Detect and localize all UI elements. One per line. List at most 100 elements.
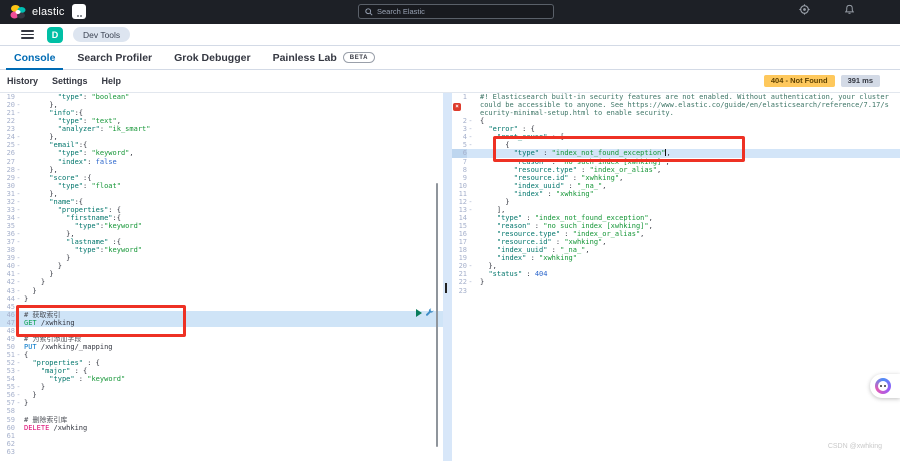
response-code-line[interactable]: 8 "resource.type" : "index_or_alias", <box>452 166 900 174</box>
request-code-line[interactable]: 38 "type":"keyword" <box>0 246 443 254</box>
request-code-line[interactable]: 31- }, <box>0 190 443 198</box>
panel-divider[interactable] <box>443 93 452 461</box>
request-code-line[interactable]: 29- "score" :{ <box>0 174 443 182</box>
request-code-line[interactable]: 25- "email":{ <box>0 141 443 149</box>
fold-toggle-icon[interactable]: - <box>15 399 22 407</box>
assistant-button[interactable] <box>870 374 900 398</box>
response-code-line[interactable]: 16 "resource.type" : "index_or_alias", <box>452 230 900 238</box>
request-code-line[interactable]: 54 "type" : "keyword" <box>0 375 443 383</box>
request-code-line[interactable]: 57-} <box>0 399 443 407</box>
fold-toggle-icon[interactable]: - <box>15 383 22 391</box>
request-code-line[interactable]: 63 <box>0 448 443 456</box>
fold-toggle-icon[interactable]: - <box>15 101 22 109</box>
fold-toggle-icon[interactable]: - <box>15 214 22 222</box>
fold-toggle-icon[interactable]: - <box>15 206 22 214</box>
extension-icon[interactable] <box>72 4 86 19</box>
response-code-line[interactable]: 22-} <box>452 278 900 286</box>
request-code-line[interactable]: 35 "type":"keyword" <box>0 222 443 230</box>
request-code-line[interactable]: 36- }, <box>0 230 443 238</box>
request-code-line[interactable]: 62 <box>0 440 443 448</box>
response-code-line[interactable]: 14 "type" : "index_not_found_exception", <box>452 214 900 222</box>
request-code-line[interactable]: 51-{ <box>0 351 443 359</box>
request-code-line[interactable]: 21- "info":{ <box>0 109 443 117</box>
request-code-line[interactable]: 28- }, <box>0 166 443 174</box>
tab-search-profiler[interactable]: Search Profiler <box>66 46 163 69</box>
request-code-line[interactable]: 42- } <box>0 278 443 286</box>
fold-toggle-icon[interactable]: - <box>467 133 474 141</box>
run-request-button[interactable] <box>416 308 422 317</box>
request-code-line[interactable]: 34- "firstname":{ <box>0 214 443 222</box>
response-code-line[interactable]: 12- } <box>452 198 900 206</box>
request-code-line[interactable]: 47 GET /xwhking <box>0 318 443 327</box>
response-code-line[interactable]: 20- }, <box>452 262 900 270</box>
tab-console[interactable]: Console <box>3 46 66 70</box>
request-code-line[interactable]: 55- } <box>0 383 443 391</box>
request-code-line[interactable]: 46 # 获取索引 <box>0 310 443 319</box>
response-code-line[interactable]: 11 "index" : "xwhking" <box>452 190 900 198</box>
request-code-line[interactable]: 60 DELETE /xwhking <box>0 424 443 432</box>
request-code-line[interactable]: 32- "name":{ <box>0 198 443 206</box>
fold-toggle-icon[interactable]: - <box>15 295 22 303</box>
request-code-line[interactable]: 56- } <box>0 391 443 399</box>
request-code-line[interactable]: 19 "type": "boolean" <box>0 93 443 101</box>
response-code-line[interactable]: 18 "index_uuid" : "_na_", <box>452 246 900 254</box>
request-code-line[interactable]: 26 "type": "keyword", <box>0 149 443 157</box>
space-avatar[interactable]: D <box>47 26 63 43</box>
response-code-line[interactable]: 21 "status" : 404 <box>452 270 900 278</box>
fold-toggle-icon[interactable]: - <box>15 133 22 141</box>
fold-toggle-icon[interactable]: - <box>15 278 22 286</box>
response-code-line[interactable]: 6 "type" : "index_not_found_exception", <box>452 149 900 158</box>
fold-toggle-icon[interactable]: - <box>15 238 22 246</box>
response-code-line[interactable]: 7 "reason" : "no such index [xwhking]", <box>452 158 900 166</box>
tab-grok-debugger[interactable]: Grok Debugger <box>163 46 261 69</box>
request-code-line[interactable]: 48 <box>0 327 443 335</box>
settings-link[interactable]: Settings <box>52 76 88 86</box>
fold-toggle-icon[interactable]: - <box>467 125 474 133</box>
request-code-line[interactable]: 58 <box>0 407 443 415</box>
response-code-line[interactable]: 19 "index" : "xwhking" <box>452 254 900 262</box>
response-code-line[interactable]: 1 #! Elasticsearch built-in security feat… <box>452 93 900 117</box>
request-code-line[interactable]: 41- } <box>0 270 443 278</box>
request-code-line[interactable]: 59 # 删除索引库 <box>0 416 443 424</box>
wrench-icon[interactable] <box>425 308 434 317</box>
settings-icon[interactable] <box>798 3 811 16</box>
breadcrumb[interactable]: Dev Tools <box>73 27 131 42</box>
fold-toggle-icon[interactable]: - <box>467 278 474 286</box>
response-code-line[interactable]: 4- "root_cause" : [ <box>452 133 900 141</box>
history-link[interactable]: History <box>7 76 38 86</box>
fold-toggle-icon[interactable]: - <box>15 198 22 206</box>
fold-toggle-icon[interactable]: - <box>467 198 474 206</box>
request-code-line[interactable]: 23 "analyzer": "ik_smart" <box>0 125 443 133</box>
response-code-line[interactable]: 13- ], <box>452 206 900 214</box>
request-code-line[interactable]: 43- } <box>0 287 443 295</box>
request-code-line[interactable]: 49 # 为索引添加字段 <box>0 335 443 343</box>
response-code-line[interactable]: 5- { <box>452 141 900 149</box>
fold-toggle-icon[interactable]: - <box>467 262 474 270</box>
request-code-line[interactable]: 39- } <box>0 254 443 262</box>
fold-toggle-icon[interactable]: - <box>467 117 474 125</box>
fold-toggle-icon[interactable]: - <box>15 351 22 359</box>
fold-toggle-icon[interactable]: - <box>467 141 474 149</box>
request-code-line[interactable]: 40- } <box>0 262 443 270</box>
request-code-line[interactable]: 20- }, <box>0 101 443 109</box>
fold-toggle-icon[interactable]: - <box>15 141 22 149</box>
request-code-line[interactable]: 45 <box>0 303 443 311</box>
request-code-line[interactable]: 22 "type": "text", <box>0 117 443 125</box>
fold-toggle-icon[interactable]: - <box>15 287 22 295</box>
elastic-logo[interactable]: elastic <box>10 4 65 20</box>
fold-toggle-icon[interactable]: - <box>15 391 22 399</box>
request-code-line[interactable]: 44-} <box>0 295 443 303</box>
fold-toggle-icon[interactable]: - <box>15 174 22 182</box>
response-editor[interactable]: × 1 #! Elasticsearch built-in security fe… <box>452 93 900 461</box>
response-code-line[interactable]: 10 "index_uuid" : "_na_", <box>452 182 900 190</box>
fold-toggle-icon[interactable]: - <box>15 359 22 367</box>
fold-toggle-icon[interactable]: - <box>15 270 22 278</box>
request-code-line[interactable]: 50 PUT /xwhking/_mapping <box>0 343 443 351</box>
response-code-line[interactable]: 17 "resource.id" : "xwhking", <box>452 238 900 246</box>
help-link[interactable]: Help <box>102 76 122 86</box>
request-code-line[interactable]: 53- "major" : { <box>0 367 443 375</box>
request-code-line[interactable]: 37- "lastname" :{ <box>0 238 443 246</box>
fold-toggle-icon[interactable]: - <box>15 166 22 174</box>
fold-toggle-icon[interactable]: - <box>15 109 22 117</box>
alerts-bell-icon[interactable] <box>843 3 856 16</box>
